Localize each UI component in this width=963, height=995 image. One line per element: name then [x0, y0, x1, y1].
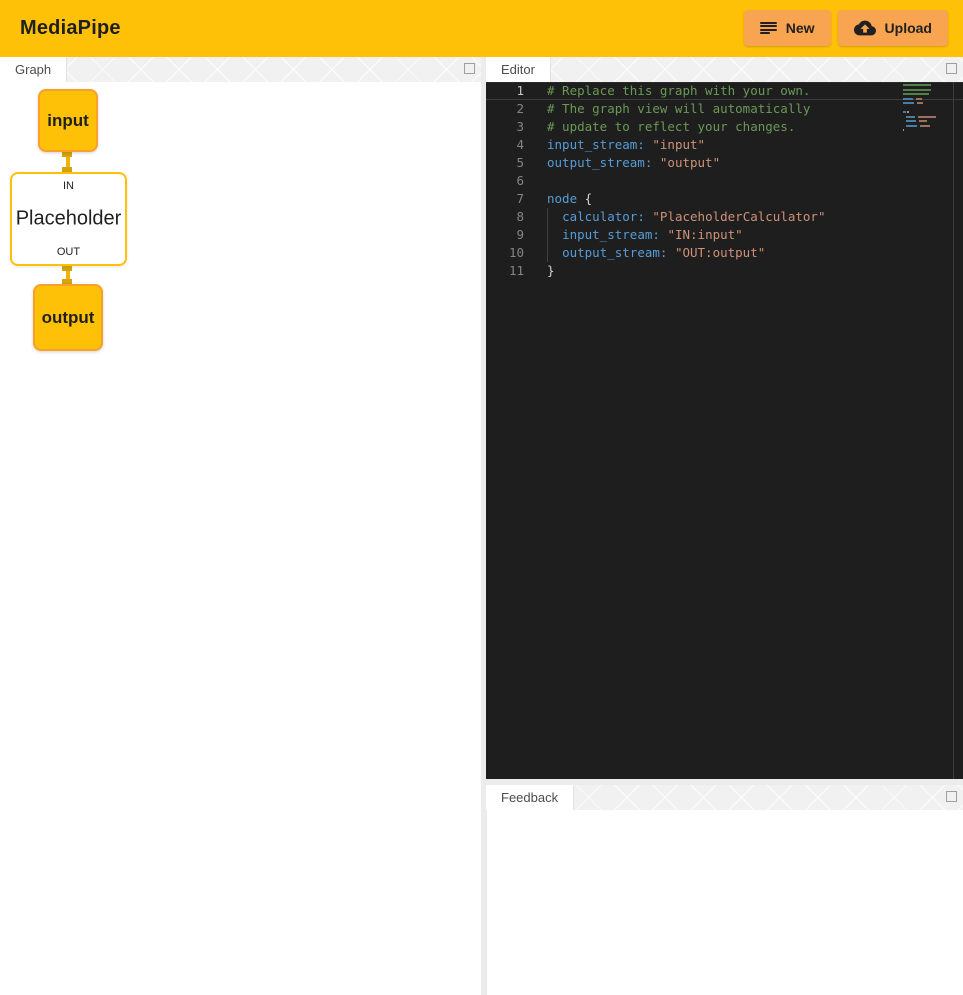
editor-minimap[interactable] [903, 84, 953, 134]
code-text: # Replace this graph with your own. [524, 82, 810, 100]
minimap-line [903, 107, 953, 110]
node-placeholder-label: Placeholder [12, 208, 125, 231]
tab-feedback-label: Feedback [501, 790, 558, 805]
code-line-7[interactable]: 7node { [486, 190, 963, 208]
code-text [524, 172, 547, 190]
new-button[interactable]: New [744, 10, 831, 46]
editor-tabbar: Editor [486, 57, 963, 82]
line-number: 11 [486, 262, 524, 280]
code-text: } [524, 262, 555, 280]
line-number: 9 [486, 226, 524, 244]
code-line-2[interactable]: 2# The graph view will automatically [486, 100, 963, 118]
code-line-8[interactable]: 8 calculator: "PlaceholderCalculator" [486, 208, 963, 226]
tab-graph[interactable]: Graph [0, 57, 67, 82]
feedback-content [486, 810, 963, 995]
minimap-line [903, 116, 953, 119]
overview-ruler [953, 82, 954, 779]
app-header: MediaPipe New Upload [0, 0, 963, 57]
code-line-11[interactable]: 11} [486, 262, 963, 280]
line-number: 2 [486, 100, 524, 118]
code-line-5[interactable]: 5output_stream: "output" [486, 154, 963, 172]
feedback-panel: Feedback [486, 785, 963, 995]
code-lines: 1# Replace this graph with your own.2# T… [486, 82, 963, 280]
in-port-label: IN [12, 180, 125, 192]
node-placeholder-calculator[interactable]: IN Placeholder OUT [10, 172, 127, 266]
upload-button-label: Upload [885, 20, 932, 36]
code-text: input_stream: "IN:input" [524, 226, 743, 244]
code-line-1[interactable]: 1# Replace this graph with your own. [486, 82, 963, 100]
maximise-icon[interactable] [946, 63, 957, 74]
minimap-line [903, 125, 953, 128]
node-output-stream[interactable]: output [33, 284, 103, 351]
header-buttons: New Upload [744, 10, 948, 46]
code-text: # The graph view will automatically [524, 100, 810, 118]
line-number: 6 [486, 172, 524, 190]
upload-button[interactable]: Upload [838, 10, 948, 46]
node-output-label: output [42, 308, 95, 328]
code-line-3[interactable]: 3# update to reflect your changes. [486, 118, 963, 136]
line-number: 7 [486, 190, 524, 208]
code-text: output_stream: "OUT:output" [524, 244, 765, 262]
code-text: # update to reflect your changes. [524, 118, 795, 136]
minimap-line [903, 102, 953, 105]
editor-panel: Editor 1# Replace this graph with your o… [486, 57, 963, 779]
minimap-line [903, 98, 953, 101]
feedback-tabbar: Feedback [486, 785, 963, 810]
minimap-line [903, 111, 953, 114]
new-button-label: New [786, 20, 815, 36]
minimap-line [903, 89, 953, 92]
code-line-9[interactable]: 9 input_stream: "IN:input" [486, 226, 963, 244]
line-number: 5 [486, 154, 524, 172]
graph-canvas[interactable]: input IN Placeholder OUT output [0, 82, 481, 995]
minimap-line [903, 120, 953, 123]
code-text: calculator: "PlaceholderCalculator" [524, 208, 825, 226]
code-text: input_stream: "input" [524, 136, 705, 154]
minimap-line [903, 84, 953, 87]
code-line-6[interactable]: 6 [486, 172, 963, 190]
out-port-label: OUT [12, 246, 125, 258]
tab-editor-label: Editor [501, 62, 535, 77]
line-number: 1 [486, 82, 524, 100]
code-text: node { [524, 190, 592, 208]
minimap-line [903, 93, 953, 96]
graph-panel: Graph input IN Placeholder OUT output [0, 57, 481, 995]
tab-feedback[interactable]: Feedback [486, 785, 574, 810]
minimap-line [903, 129, 953, 132]
maximise-icon[interactable] [946, 791, 957, 802]
code-line-10[interactable]: 10 output_stream: "OUT:output" [486, 244, 963, 262]
code-line-4[interactable]: 4input_stream: "input" [486, 136, 963, 154]
tab-editor[interactable]: Editor [486, 57, 551, 82]
cloud-upload-icon [854, 17, 876, 39]
mediapipe-visualizer: MediaPipe New Upload Graph [0, 0, 963, 995]
code-text: output_stream: "output" [524, 154, 720, 172]
new-doc-icon [760, 22, 777, 35]
node-input-stream[interactable]: input [38, 89, 98, 152]
line-number: 3 [486, 118, 524, 136]
line-number: 8 [486, 208, 524, 226]
code-editor[interactable]: 1# Replace this graph with your own.2# T… [486, 82, 963, 779]
line-number: 4 [486, 136, 524, 154]
node-input-label: input [47, 111, 89, 131]
app-title: MediaPipe [20, 17, 121, 40]
maximise-icon[interactable] [464, 63, 475, 74]
tab-graph-label: Graph [15, 62, 51, 77]
line-number: 10 [486, 244, 524, 262]
graph-tabbar: Graph [0, 57, 481, 82]
